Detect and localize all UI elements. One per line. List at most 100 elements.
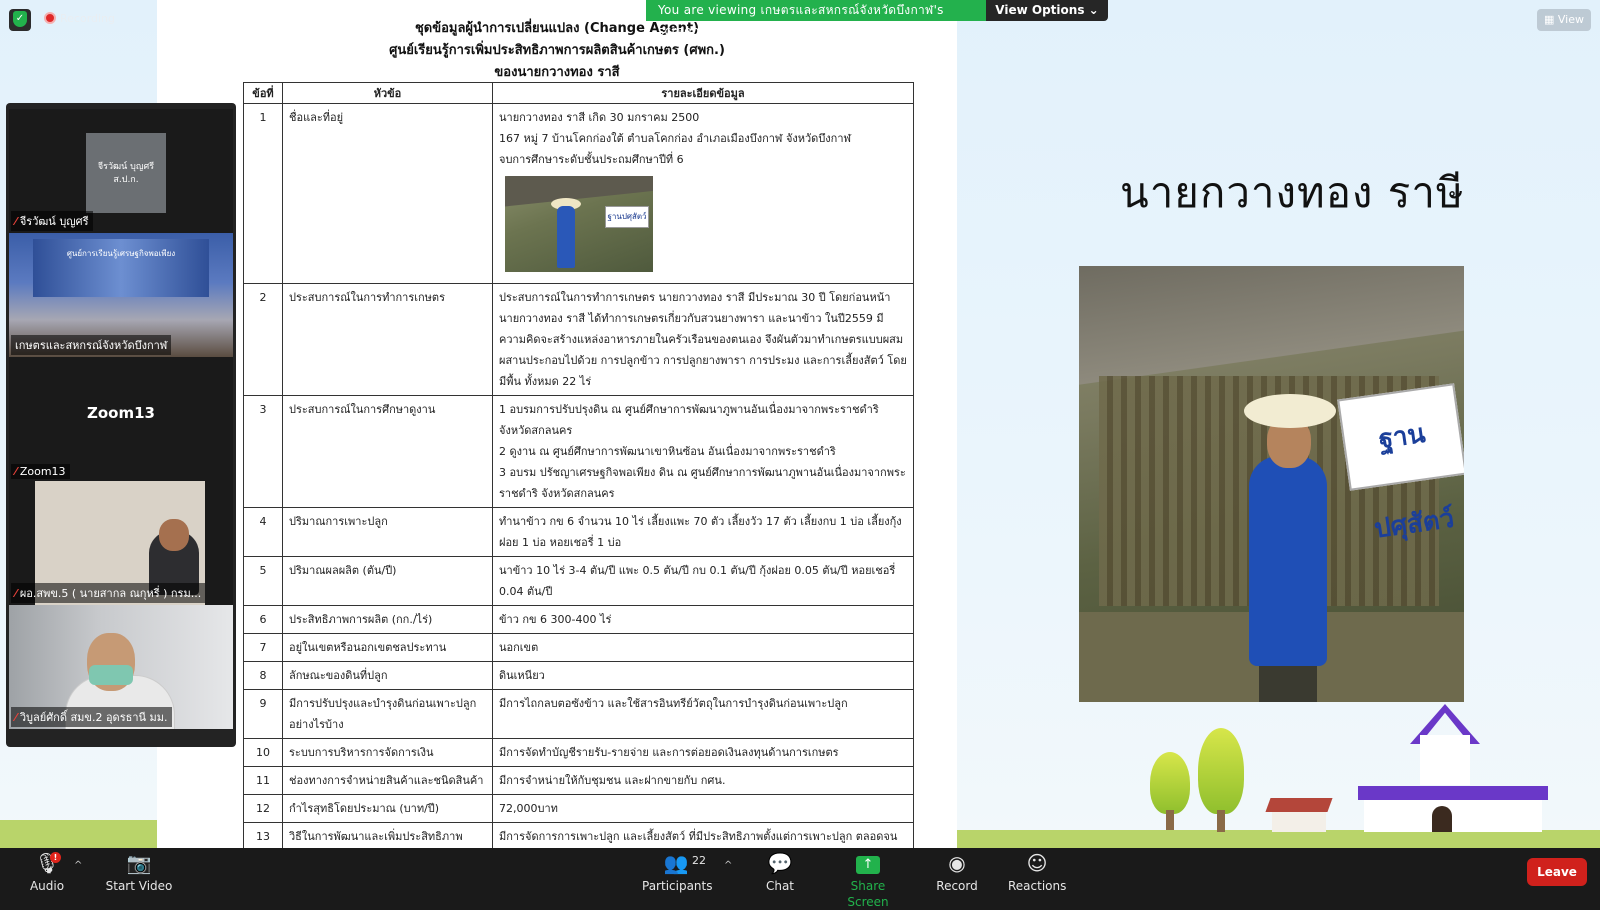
tree-decoration (1150, 752, 1190, 814)
row-number: 3 (243, 395, 283, 508)
start-video-button[interactable]: 📷 Start Video (104, 848, 174, 900)
row-topic: ปริมาณการเพาะปลูก (282, 507, 493, 557)
record-button[interactable]: ◉ Record (930, 848, 984, 900)
table-row: 11 ช่องทางการจำหน่ายสินค้าและชนิดสินค้า มี… (243, 766, 914, 795)
row-detail: ทำนาข้าว กข 6 จำนวน 10 ไร่ เลี้ยงแพะ 70 … (492, 507, 914, 557)
row-detail: 72,000บาท (492, 794, 914, 823)
row-number: 10 (243, 738, 283, 767)
video-tile[interactable]: ⁄ วิบูลย์ศักดิ์ สมข.2 อุดรธานี มม. (9, 605, 233, 729)
slide-ground-left (0, 820, 157, 848)
table-row: 13วิธีในการพัฒนาและเพิ่มประสิทธิภาพผลผลิ… (243, 822, 914, 848)
reactions-button[interactable]: ☺ Reactions (1008, 848, 1066, 900)
video-tile[interactable]: จีรวัฒน์ บุญศรี ส.ป.ก. ⁄ จีรวัฒน์ บุญศรี (9, 109, 233, 233)
mic-muted-icon: ⁄ (15, 711, 17, 724)
audio-label: Audio (29, 879, 65, 893)
row-number: 9 (243, 689, 283, 739)
row-topic: ประสบการณ์ในการทำการเกษตร (282, 283, 493, 396)
row-topic: ปริมาณผลผลิต (ตัน/ปี) (282, 556, 493, 606)
table-row: 3 ประสบการณ์ในการศึกษาดูงาน 1 อบรมการปรับ… (243, 395, 914, 508)
row-detail-text: นาข้าว 10 ไร่ 3-4 ตัน/ปี แพะ 0.5 ตัน/ปี … (499, 564, 896, 598)
participant-name: ⁄ วิบูลย์ศักดิ์ สมข.2 อุดรธานี มม. (11, 707, 172, 727)
share-banner: You are viewing เกษตรและสหกรณ์จังหวัดบึง… (646, 0, 986, 38)
row-topic: ระบบการบริหารการจัดการเงิน (282, 738, 493, 767)
row-detail: ข้าว กข 6 300-400 ไร่ (492, 605, 914, 634)
view-button-label: View (1557, 13, 1584, 26)
participant-name: ⁄ จีรวัฒน์ บุญศรี (11, 211, 93, 231)
table-row: 8 ลักษณะของดินที่ปลูก ดินเหนียว (243, 661, 914, 690)
mic-muted-icon: ⁄ (15, 465, 17, 478)
row-detail-text: ดินเหนียว (499, 669, 545, 682)
row-number: 13 (243, 822, 283, 848)
table-row: 10 ระบบการบริหารการจัดการเงิน มีการจัดทำบั… (243, 738, 914, 767)
row-detail: มีการจัดทำบัญชีรายรับ-รายจ่าย และการต่อย… (492, 738, 914, 767)
chat-button[interactable]: 💬 Chat (758, 848, 802, 900)
grid-icon: ▦ (1544, 13, 1558, 26)
row-number: 12 (243, 794, 283, 823)
red-roof (1265, 798, 1333, 812)
row-topic: ประสบการณ์ในการศึกษาดูงาน (282, 395, 493, 508)
row-topic: ลักษณะของดินที่ปลูก (282, 661, 493, 690)
data-table: ข้อที่ หัวข้อ รายละเอียดข้อมูล 1 ชื่อและท… (243, 82, 914, 848)
row-number: 4 (243, 507, 283, 557)
tree-trunk (1217, 810, 1225, 832)
row-detail-text: มีการไถกลบตอซังข้าว และใช้สารอินทรีย์วัต… (499, 697, 848, 710)
document-title-line3: ของนายกวางทอง ราสี (494, 65, 620, 80)
share-screen-button[interactable]: ↑ Share Screen (830, 848, 906, 909)
view-button[interactable]: ▦ View (1537, 9, 1591, 31)
record-label: Record (936, 879, 978, 893)
start-video-label: Start Video (105, 879, 173, 893)
row-detail-text: 72,000บาท (499, 802, 558, 815)
participants-caret-icon[interactable]: ^ (724, 860, 732, 871)
table-row: 9 มีการปรับปรุงและบำรุงดินก่อนเพาะปลูกอย่… (243, 689, 914, 739)
reactions-icon: ☺ (1026, 851, 1048, 875)
participant-name-text: ผอ.สพข.5 ( นายสากล ณกุหรี่ ) กรม... (19, 587, 202, 600)
video-off-icon: 📷 (126, 851, 152, 875)
table-row: 1 ชื่อและที่อยู่ นายกวางทอง ราสี เกิด 30 ม… (243, 103, 914, 284)
recording-indicator[interactable]: Recording (44, 12, 115, 25)
header-topic: หัวข้อ (282, 82, 493, 104)
table-row: 4 ปริมาณการเพาะปลูก ทำนาข้าว กข 6 จำนวน 10… (243, 507, 914, 557)
row-number: 2 (243, 283, 283, 396)
participant-label: Zoom13 (87, 404, 155, 422)
table-row: 7 อยู่ในเขตหรือนอกเขตชลประทาน นอกเขต (243, 633, 914, 662)
share-screen-icon: ↑ (830, 848, 906, 878)
house-roof-band (1358, 786, 1548, 800)
audio-options-caret-icon[interactable]: ^ (74, 860, 82, 871)
room-banner: ศูนย์การเรียนรู้เศรษฐกิจพอเพียง (33, 239, 209, 297)
shield-icon[interactable] (9, 9, 31, 31)
table-row: 2 ประสบการณ์ในการทำการเกษตร ประสบการณ์ในกา… (243, 283, 914, 396)
participant-name: ⁄ ผอ.สพข.5 ( นายสากล ณกุหรี่ ) กรม... (11, 583, 206, 603)
document-title-line2: ศูนย์เรียนรู้การเพิ่มประสิทธิภาพการผลิตส… (389, 43, 725, 58)
row-detail-text: มีการจำหน่ายให้กับชุมชน และฝากขายกับ กศน… (499, 774, 726, 787)
view-options-button[interactable]: View Options ⌄ (986, 0, 1108, 21)
row-topic: วิธีในการพัฒนาและเพิ่มประสิทธิภาพผลผลิต (282, 822, 493, 848)
row-topic: ประสิทธิภาพการผลิต (กก./ไร่) (282, 605, 493, 634)
video-tile[interactable]: ⁄ ผอ.สพข.5 ( นายสากล ณกุหรี่ ) กรม... (9, 481, 233, 605)
row-detail-text: มีการจัดการการเพาะปลูก และเลี้ยงสัตว์ ที… (499, 830, 898, 843)
profile-card: จีรวัฒน์ บุญศรี ส.ป.ก. (86, 133, 166, 213)
row-detail-text: 1 อบรมการปรับปรุงดิน ณ ศูนย์ศึกษาการพัฒน… (499, 403, 906, 500)
row-detail: 1 อบรมการปรับปรุงดิน ณ ศูนย์ศึกษาการพัฒน… (492, 395, 914, 508)
row-topic: มีการปรับปรุงและบำรุงดินก่อนเพาะปลูกอย่า… (282, 689, 493, 739)
row-detail: มีการไถกลบตอซังข้าว และใช้สารอินทรีย์วัต… (492, 689, 914, 739)
card-name: จีรวัฒน์ บุญศรี (97, 162, 155, 172)
audio-button[interactable]: 🎙 Audio (22, 848, 72, 900)
person-head (159, 519, 189, 551)
row-number: 11 (243, 766, 283, 795)
row-detail-text: ทำนาข้าว กข 6 จำนวน 10 ไร่ เลี้ยงแพะ 70 … (499, 515, 902, 549)
video-tile[interactable]: ศูนย์การเรียนรู้เศรษฐกิจพอเพียง เกษตรและ… (9, 233, 233, 357)
shared-screen-area: ชุดข้อมูลผู้นำการเปลี่ยนแปลง (Change Age… (0, 0, 1600, 848)
row-number: 7 (243, 633, 283, 662)
header-detail: รายละเอียดข้อมูล (492, 82, 914, 104)
row-topic: กำไรสุทธิโดยประมาณ (บาท/ปี) (282, 794, 493, 823)
video-tile[interactable]: Zoom13 ⁄ Zoom13 (9, 357, 233, 481)
table-row: 12 กำไรสุทธิโดยประมาณ (บาท/ปี) 72,000บาท (243, 794, 914, 823)
row-detail-text: มีการจัดทำบัญชีรายรับ-รายจ่าย และการต่อย… (499, 746, 839, 759)
table-row: 5 ปริมาณผลผลิต (ตัน/ปี) นาข้าว 10 ไร่ 3-4 … (243, 556, 914, 606)
chat-label: Chat (765, 879, 795, 893)
photo-sign-label: ฐานปศุสัตว์ (1337, 383, 1464, 545)
meeting-toolbar: 🎙 Audio ! ^ 📷 Start Video 👥 Participants… (0, 848, 1600, 909)
record-dot-icon (44, 12, 56, 24)
leave-button[interactable]: Leave (1527, 858, 1587, 886)
slide-ground (957, 830, 1600, 848)
